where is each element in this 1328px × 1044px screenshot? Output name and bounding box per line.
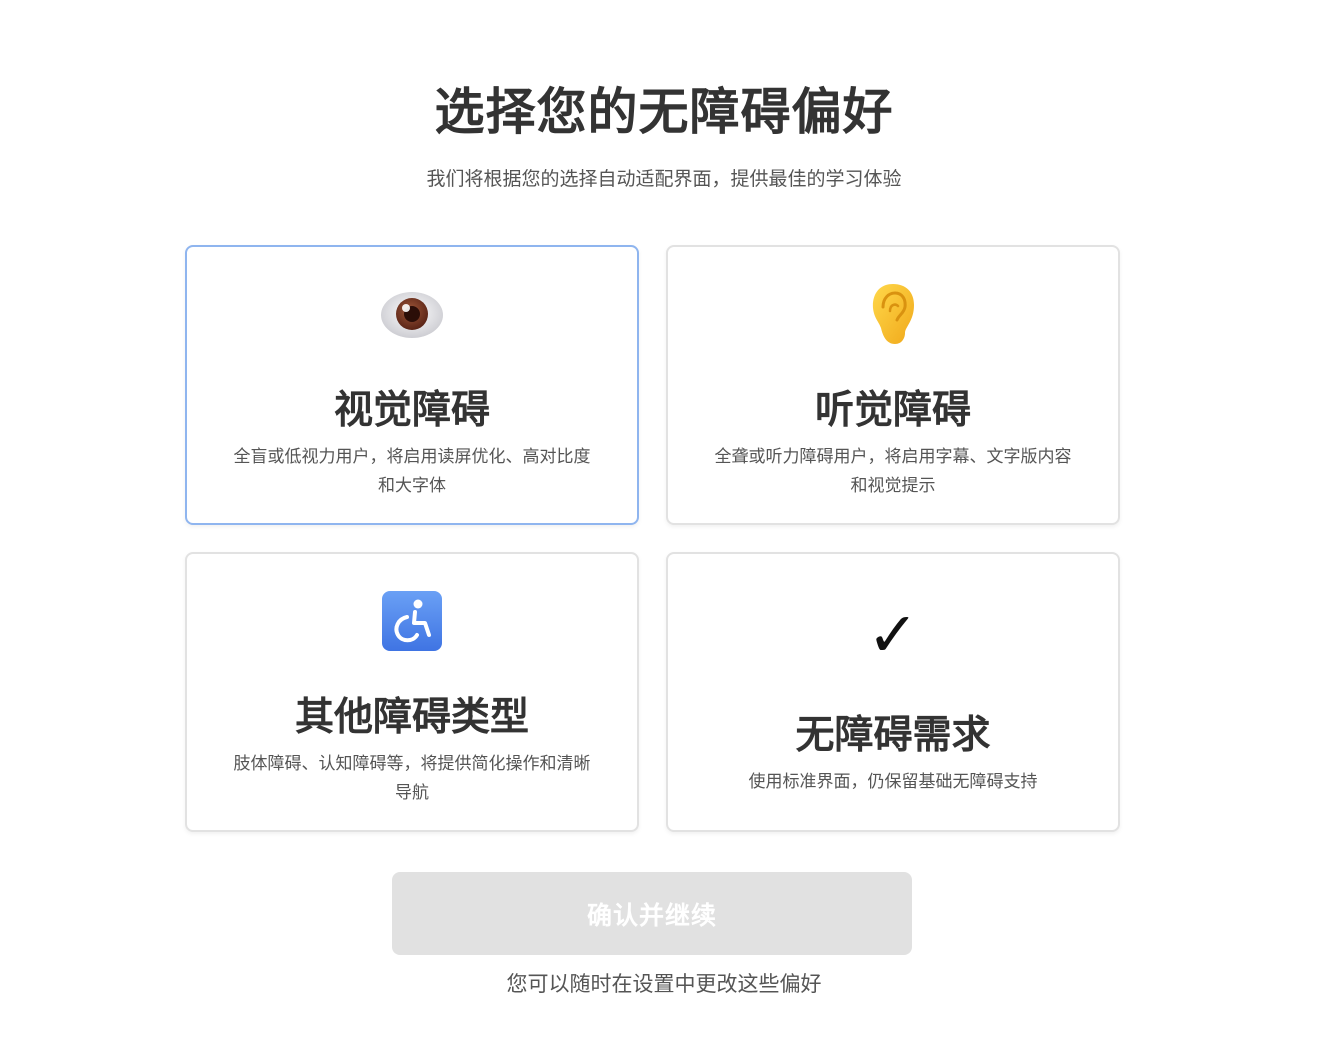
wheelchair-icon bbox=[187, 590, 637, 655]
option-card-other[interactable]: 其他障碍类型 肢体障碍、认知障碍等，将提供简化操作和清晰导航 bbox=[185, 552, 639, 832]
option-title: 听觉障碍 bbox=[814, 388, 971, 433]
settings-footnote: 您可以随时在设置中更改这些偏好 bbox=[506, 972, 822, 996]
option-card-none[interactable]: ✓ 无障碍需求 使用标准界面，仍保留基础无障碍支持 bbox=[666, 552, 1120, 832]
eye-icon bbox=[187, 285, 637, 344]
option-description: 全盲或低视力用户，将启用读屏优化、高对比度和大字体 bbox=[233, 447, 591, 496]
option-description: 肢体障碍、认知障碍等，将提供简化操作和清晰导航 bbox=[233, 754, 591, 803]
option-description: 使用标准界面，仍保留基础无障碍支持 bbox=[748, 772, 1038, 792]
accessibility-preference-page: 选择您的无障碍偏好 我们将根据您的选择自动适配界面，提供最佳的学习体验 视觉障碍… bbox=[0, 0, 1328, 1044]
option-description: 全聋或听力障碍用户，将启用字幕、文字版内容和视觉提示 bbox=[714, 447, 1072, 496]
option-card-hearing[interactable]: 听觉障碍 全聋或听力障碍用户，将启用字幕、文字版内容和视觉提示 bbox=[666, 245, 1120, 525]
option-title: 其他障碍类型 bbox=[294, 695, 529, 740]
option-title: 无障碍需求 bbox=[795, 713, 991, 758]
page-subtitle: 我们将根据您的选择自动适配界面，提供最佳的学习体验 bbox=[426, 168, 902, 190]
ear-icon bbox=[668, 281, 1118, 350]
option-card-visual[interactable]: 视觉障碍 全盲或低视力用户，将启用读屏优化、高对比度和大字体 bbox=[185, 245, 639, 525]
page-title: 选择您的无障碍偏好 bbox=[434, 83, 894, 141]
checkmark-icon: ✓ bbox=[867, 598, 919, 671]
option-title: 视觉障碍 bbox=[333, 388, 490, 433]
confirm-continue-button[interactable]: 确认并继续 bbox=[392, 872, 912, 955]
